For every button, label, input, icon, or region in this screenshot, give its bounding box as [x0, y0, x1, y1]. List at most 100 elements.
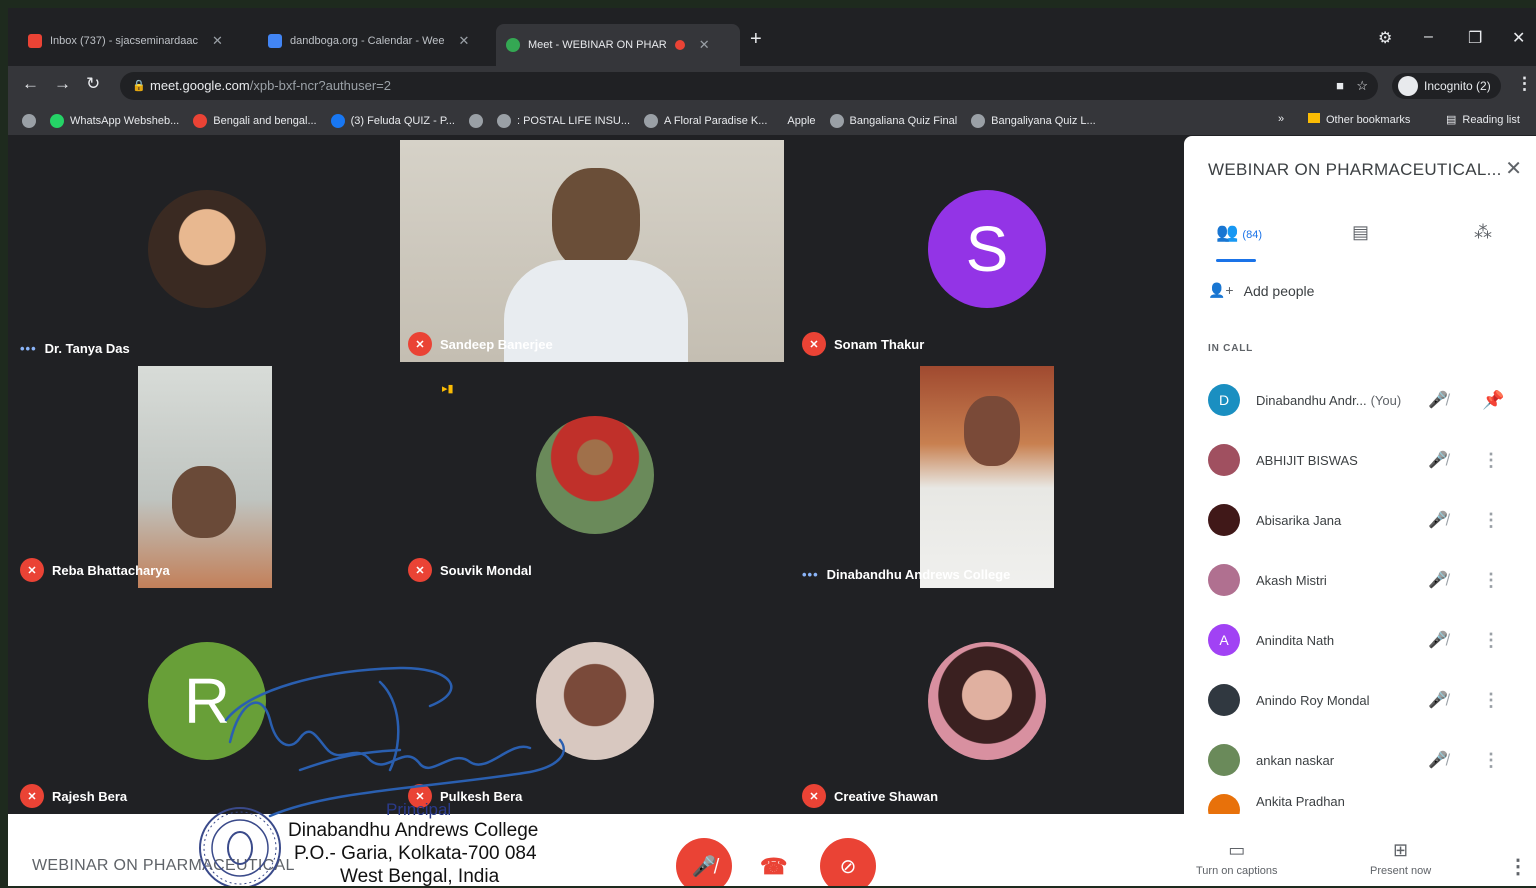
person-head [172, 466, 236, 538]
address-bar[interactable]: 🔒 meet.google.com/xpb-bxf-ncr?authuser=2… [120, 72, 1378, 100]
other-bookmarks[interactable]: Other bookmarks [1308, 113, 1410, 126]
add-people-label: Add people [1243, 282, 1315, 299]
profile-button[interactable]: Incognito (2) [1392, 73, 1501, 99]
menu-icon[interactable]: ⋮ [1516, 74, 1533, 94]
participant-namebar: ✕ Rajesh Bera [20, 784, 127, 808]
bookmark[interactable]: (3) Feluda QUIZ - P... [330, 113, 455, 128]
pin-icon[interactable]: 📌 [1482, 390, 1504, 411]
bookmark-apps[interactable] [22, 113, 36, 128]
reload-icon[interactable]: ↻ [86, 74, 100, 94]
list-item[interactable]: Akash Mistri 🎤̸ ⋮ [1184, 550, 1536, 610]
participant-tile[interactable]: ✕ Pulkesh Bera [400, 592, 784, 814]
avatar [1208, 684, 1240, 716]
more-options-icon[interactable]: ⋮ [1508, 854, 1528, 879]
url-path: /xpb-bxf-ncr?authuser=2 [249, 78, 392, 93]
bookmark[interactable]: Apple [781, 115, 815, 127]
reading-list-label: Reading list [1462, 114, 1520, 126]
avatar [1208, 504, 1240, 536]
close-icon[interactable]: ✕ [459, 33, 470, 49]
tab-chat[interactable]: ▤ [1352, 222, 1369, 243]
participant-tile[interactable]: ▸▮ ✕ Souvik Mondal [400, 366, 784, 588]
reading-list-icon: ▤ [1446, 114, 1457, 126]
reading-list[interactable]: ▤ Reading list [1446, 113, 1520, 126]
participant-tile[interactable]: ••• Dinabandhu Andrews College [794, 366, 1178, 588]
tab-people[interactable]: 👥 (84) [1216, 222, 1262, 243]
participant-tile[interactable]: S ✕ Sonam Thakur [794, 140, 1178, 362]
close-window-icon[interactable]: ✕ [1512, 28, 1525, 48]
more-options-icon[interactable]: ⋮ [1482, 510, 1500, 531]
close-icon[interactable]: ✕ [212, 33, 223, 49]
tab-meet[interactable]: Meet - WEBINAR ON PHAR ✕ [496, 24, 740, 66]
tab-label: Meet - WEBINAR ON PHAR [528, 39, 667, 51]
bookmark-label: Apple [787, 114, 816, 127]
present-button[interactable]: ⊞ Present now [1370, 840, 1431, 877]
bookmark[interactable]: Bengali and bengal... [193, 113, 317, 128]
bookmark[interactable]: WhatsApp Websheb... [50, 113, 179, 128]
star-icon[interactable]: ☆ [1356, 72, 1368, 100]
mic-off-icon: ✕ [802, 332, 826, 356]
list-item[interactable]: Abisarika Jana 🎤̸ ⋮ [1184, 490, 1536, 550]
bookmarks-overflow-icon[interactable]: » [1278, 113, 1284, 125]
bookmark[interactable]: : POSTAL LIFE INSU... [496, 113, 631, 128]
bookmark-label: : POSTAL LIFE INSU... [516, 114, 631, 127]
more-options-icon[interactable]: ⋮ [1482, 450, 1500, 471]
participant-namebar: ✕ Creative Shawan [802, 784, 938, 808]
tab-calendar[interactable]: dandboga.org - Calendar - Wee ✕ [258, 26, 490, 56]
more-options-icon[interactable]: ⋮ [1482, 750, 1500, 771]
add-people-button[interactable]: 👤+ Add people [1208, 282, 1314, 299]
globe-icon [496, 113, 511, 128]
mic-off-icon: 🎤̸ [1428, 692, 1448, 709]
participant-name: Reba Bhattacharya [52, 562, 170, 578]
participant-tile[interactable]: R ✕ Rajesh Bera [12, 592, 396, 814]
participant-name: Rajesh Bera [52, 788, 128, 804]
captions-button[interactable]: ▭ Turn on captions [1196, 840, 1278, 877]
participant-tile[interactable]: ✕ Creative Shawan [794, 592, 1178, 814]
activities-icon: ⁂ [1474, 222, 1492, 242]
participant-namebar: ✕ Sandeep Banerjee [408, 332, 553, 356]
forward-icon[interactable]: → [54, 74, 71, 94]
globe-icon [971, 113, 986, 128]
close-icon[interactable]: ✕ [1505, 156, 1522, 181]
list-item[interactable]: ABHIJIT BISWAS 🎤̸ ⋮ [1184, 430, 1536, 490]
camera-toggle-button[interactable]: ⊘ [820, 838, 876, 886]
mic-toggle-button[interactable]: 🎤̸ [676, 838, 732, 886]
participant-list-name: ABHIJIT BISWAS [1256, 452, 1358, 468]
avatar: D [1208, 384, 1240, 416]
minimize-icon[interactable]: – [1424, 28, 1433, 46]
mic-off-icon: ✕ [802, 784, 826, 808]
bookmark[interactable]: A Floral Paradise K... [644, 113, 767, 128]
bookmark[interactable]: Bangaliana Quiz Final [829, 113, 957, 128]
participant-tile[interactable]: ✕ Sandeep Banerjee [400, 140, 784, 362]
close-icon[interactable]: ✕ [699, 37, 710, 53]
participant-tile[interactable]: ••• Dr. Tanya Das [12, 140, 396, 362]
participant-namebar: ✕ Reba Bhattacharya [20, 558, 170, 582]
list-item[interactable]: Anindo Roy Mondal 🎤̸ ⋮ [1184, 670, 1536, 730]
camera-icon[interactable]: ■ [1336, 72, 1344, 100]
list-item[interactable]: D Dinabandhu Andr... (You) 🎤̸ 📌 [1184, 370, 1536, 430]
maximize-icon[interactable]: ❐ [1468, 28, 1482, 48]
mic-off-icon: ✕ [408, 558, 432, 582]
gear-icon[interactable]: ⚙ [1378, 28, 1392, 48]
more-options-icon[interactable]: ⋮ [1482, 690, 1500, 711]
mic-off-icon: 🎤̸ [691, 855, 717, 878]
hang-up-icon[interactable]: ☎ [760, 854, 787, 880]
stamp-line-2: P.O.- Garia, Kolkata-700 084 [294, 843, 537, 864]
participant-tile[interactable]: ✕ Reba Bhattacharya [12, 366, 396, 588]
bookmark[interactable]: Bangaliyana Quiz L... [971, 113, 1096, 128]
mic-off-icon: ✕ [20, 558, 44, 582]
bookmark[interactable] [468, 113, 483, 128]
tab-label: dandboga.org - Calendar - Wee [290, 35, 445, 47]
list-item[interactable]: ankan naskar 🎤̸ ⋮ [1184, 730, 1536, 790]
bookmark-label: (3) Feluda QUIZ - P... [350, 114, 455, 127]
tab-inbox[interactable]: Inbox (737) - sjacseminardaac ✕ [18, 26, 254, 56]
browser-toolbar: ← → ↻ 🔒 meet.google.com/xpb-bxf-ncr?auth… [8, 66, 1536, 106]
meeting-title: WEBINAR ON PHARMACEUTICAL [32, 857, 295, 874]
more-options-icon[interactable]: ⋮ [1482, 630, 1500, 651]
list-item[interactable]: A Anindita Nath 🎤̸ ⋮ [1184, 610, 1536, 670]
participant-name: Dinabandhu Andrews College [826, 567, 1011, 582]
back-icon[interactable]: ← [22, 74, 39, 94]
new-tab-icon[interactable]: + [750, 28, 762, 51]
people-count: (84) [1242, 229, 1262, 241]
more-options-icon[interactable]: ⋮ [1482, 570, 1500, 591]
tab-activities[interactable]: ⁂ [1474, 222, 1492, 243]
